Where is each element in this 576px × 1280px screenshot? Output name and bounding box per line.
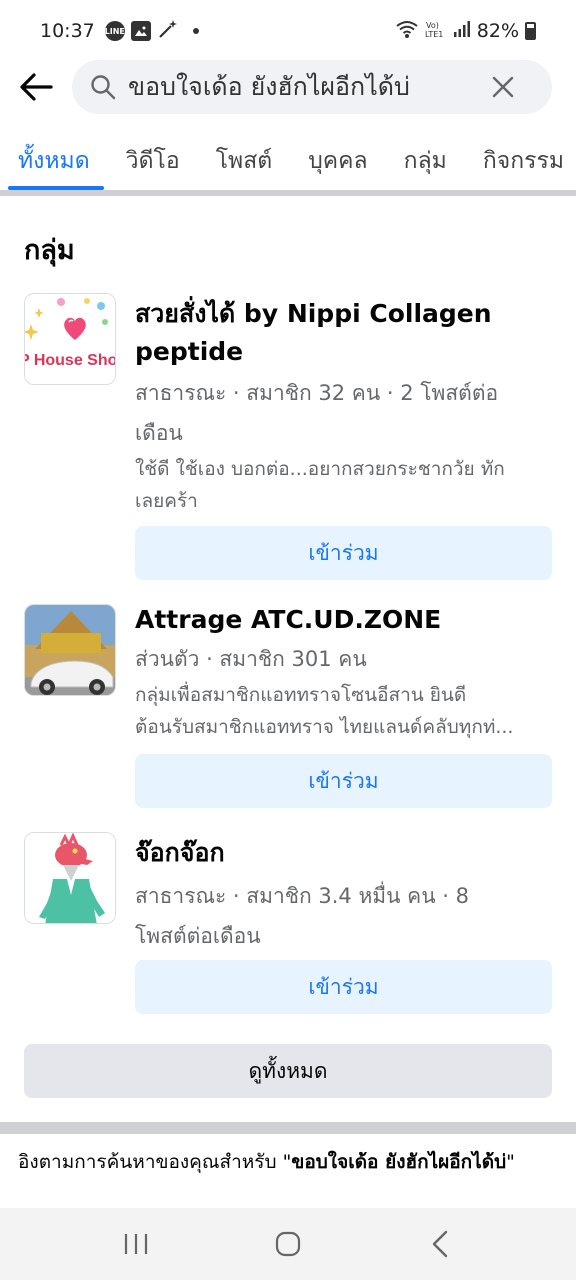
group-name-line: สวยสั่งได้ by Nippi Collagen	[135, 299, 492, 328]
recent-apps-button[interactable]	[106, 1214, 166, 1274]
search-filter-tabs: ทั้งหมด วิดีโอ โพสต์ บุคคล กลุ่ม กิจกรรม	[0, 136, 576, 192]
back-button[interactable]	[18, 70, 54, 104]
section-divider	[0, 1122, 576, 1134]
group-desc-line: ใช้ดี ใช้เอง บอกต่อ...อยากสวยกระชากวัย ท…	[135, 458, 505, 480]
based-on-prefix: อิงตามการค้นหาของคุณสำหรับ "	[18, 1151, 292, 1173]
group-desc-line: กลุ่มเพื่อสมาชิกแอททราจโซนอีสาน ยินดี	[135, 684, 467, 706]
system-back-button[interactable]	[410, 1214, 470, 1274]
group-desc-line: เลยคร้า	[135, 490, 198, 512]
group-name[interactable]: Attrage ATC.UD.ZONE	[135, 601, 555, 639]
home-icon	[275, 1231, 301, 1257]
battery-percent: 82%	[476, 20, 519, 42]
status-notification-icons: LINE	[105, 18, 199, 45]
svg-text:Vo): Vo)	[426, 21, 439, 30]
group-meta-line: โพสต์ต่อเดือน	[135, 924, 261, 948]
group-thumbnail[interactable]: P House Shop	[24, 293, 116, 385]
group-thumbnail-caption: P House Shop	[25, 352, 115, 369]
tab-groups[interactable]: กลุ่ม	[386, 136, 465, 186]
group-meta: สาธารณะ · สมาชิก 32 คน · 2 โพสต์ต่อ เดือ…	[135, 373, 555, 453]
signal-icon	[453, 20, 471, 43]
group-meta: สาธารณะ · สมาชิก 3.4 หมื่น คน · 8 โพสต์ต…	[135, 876, 555, 956]
tab-videos[interactable]: วิดีโอ	[108, 136, 198, 186]
group-name-line: peptide	[135, 337, 244, 366]
status-right: Vo) LTE1 82%	[395, 19, 536, 44]
tab-events[interactable]: กิจกรรม	[465, 136, 576, 186]
more-notifications-dot	[192, 28, 199, 34]
search-query-text[interactable]: ขอบใจเด้อ ยังฮักไผอีกได้บ่	[128, 67, 468, 107]
group-meta-line: สาธารณะ · สมาชิก 32 คน · 2 โพสต์ต่อ	[135, 381, 499, 405]
based-on-query: ขอบใจเด้อ ยังฮักไผอีกได้บ่	[291, 1151, 507, 1173]
group-meta-line: สาธารณะ · สมาชิก 3.4 หมื่น คน · 8	[135, 884, 469, 908]
based-on-suffix: "	[506, 1151, 515, 1173]
close-icon	[492, 76, 514, 98]
see-all-groups-button[interactable]: ดูทั้งหมด	[24, 1044, 552, 1098]
search-based-on-note: อิงตามการค้นหาของคุณสำหรับ "ขอบใจเด้อ ยั…	[18, 1146, 563, 1178]
group-info: Attrage ATC.UD.ZONE ส่วนตัว · สมาชิก 301…	[135, 601, 555, 743]
tab-posts[interactable]: โพสต์	[198, 136, 291, 186]
group-thumbnail-image	[25, 294, 115, 384]
chevron-left-icon	[432, 1230, 448, 1258]
system-nav-bar	[0, 1208, 576, 1280]
group-thumbnail-image	[25, 605, 115, 695]
battery-icon	[525, 22, 536, 40]
join-group-button[interactable]: เข้าร่วม	[135, 526, 552, 580]
group-meta-line: เดือน	[135, 421, 183, 445]
tabs-divider	[0, 190, 576, 196]
join-group-button[interactable]: เข้าร่วม	[135, 960, 552, 1014]
search-header: ขอบใจเด้อ ยังฮักไผอีกได้บ่	[0, 58, 576, 116]
recent-apps-icon	[124, 1234, 148, 1254]
svg-text:LTE1: LTE1	[425, 30, 443, 39]
wifi-icon	[395, 19, 419, 44]
search-icon	[91, 75, 116, 100]
home-button[interactable]	[258, 1214, 318, 1274]
status-time: 10:37	[40, 20, 95, 42]
group-desc-line: ต้อนรับสมาชิกแอททราจ ไทยแลนด์คลับทุกท่..…	[135, 716, 514, 738]
group-info: สวยสั่งได้ by Nippi Collagen peptide สาธ…	[135, 295, 555, 517]
search-input[interactable]: ขอบใจเด้อ ยังฮักไผอีกได้บ่	[72, 60, 552, 114]
back-arrow-icon	[20, 73, 53, 101]
tab-all[interactable]: ทั้งหมด	[0, 136, 108, 186]
group-thumbnail-image	[25, 833, 115, 923]
magic-wand-icon	[157, 18, 179, 45]
tab-people[interactable]: บุคคล	[290, 136, 385, 186]
group-meta: ส่วนตัว · สมาชิก 301 คน	[135, 647, 367, 671]
group-description: ใช้ดี ใช้เอง บอกต่อ...อยากสวยกระชากวัย ท…	[135, 453, 555, 517]
group-name[interactable]: จ๊อกจ๊อก	[135, 834, 555, 872]
line-icon: LINE	[105, 21, 125, 41]
section-title-groups: กลุ่ม	[24, 235, 75, 266]
join-group-button[interactable]: เข้าร่วม	[135, 754, 552, 808]
status-bar: 10:37 LINE Vo) LTE1 82%	[0, 0, 576, 62]
group-name[interactable]: สวยสั่งได้ by Nippi Collagen peptide	[135, 295, 555, 371]
clear-search-button[interactable]	[490, 74, 516, 100]
volte-icon: Vo) LTE1	[425, 19, 447, 44]
gallery-icon	[130, 21, 151, 41]
group-description: กลุ่มเพื่อสมาชิกแอททราจโซนอีสาน ยินดี ต้…	[135, 679, 555, 743]
group-thumbnail[interactable]	[24, 832, 116, 924]
group-thumbnail[interactable]	[24, 604, 116, 696]
group-info: จ๊อกจ๊อก สาธารณะ · สมาชิก 3.4 หมื่น คน ·…	[135, 834, 555, 956]
